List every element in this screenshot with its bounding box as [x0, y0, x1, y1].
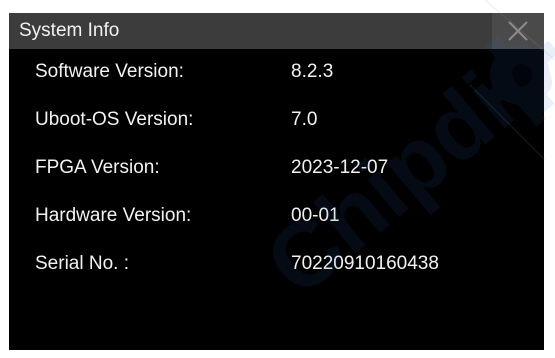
software-version-label: Software Version:	[35, 61, 184, 82]
screen: System Info Software Version: 8.2.3 Uboo…	[0, 0, 555, 358]
system-info-dialog: System Info Software Version: 8.2.3 Uboo…	[9, 13, 544, 350]
info-row-fpga-version: FPGA Version: 2023-12-07	[9, 145, 544, 193]
software-version-value: 8.2.3	[291, 61, 334, 82]
info-list: Software Version: 8.2.3 Uboot-OS Version…	[9, 49, 544, 289]
uboot-os-version-value: 7.0	[291, 109, 318, 130]
uboot-os-version-label: Uboot-OS Version:	[35, 109, 194, 130]
close-icon	[508, 21, 528, 41]
hardware-version-label: Hardware Version:	[35, 205, 192, 226]
info-row-uboot-os-version: Uboot-OS Version: 7.0	[9, 97, 544, 145]
info-row-serial-no: Serial No. : 70220910160438	[9, 241, 544, 289]
close-button[interactable]	[492, 13, 544, 49]
hardware-version-value: 00-01	[291, 205, 340, 226]
serial-no-label: Serial No. :	[35, 253, 129, 274]
dialog-titlebar: System Info	[9, 13, 544, 49]
fpga-version-value: 2023-12-07	[291, 157, 389, 178]
dialog-title: System Info	[19, 20, 120, 41]
serial-no-value: 70220910160438	[291, 253, 439, 274]
fpga-version-label: FPGA Version:	[35, 157, 160, 178]
info-row-hardware-version: Hardware Version: 00-01	[9, 193, 544, 241]
info-row-software-version: Software Version: 8.2.3	[9, 49, 544, 97]
